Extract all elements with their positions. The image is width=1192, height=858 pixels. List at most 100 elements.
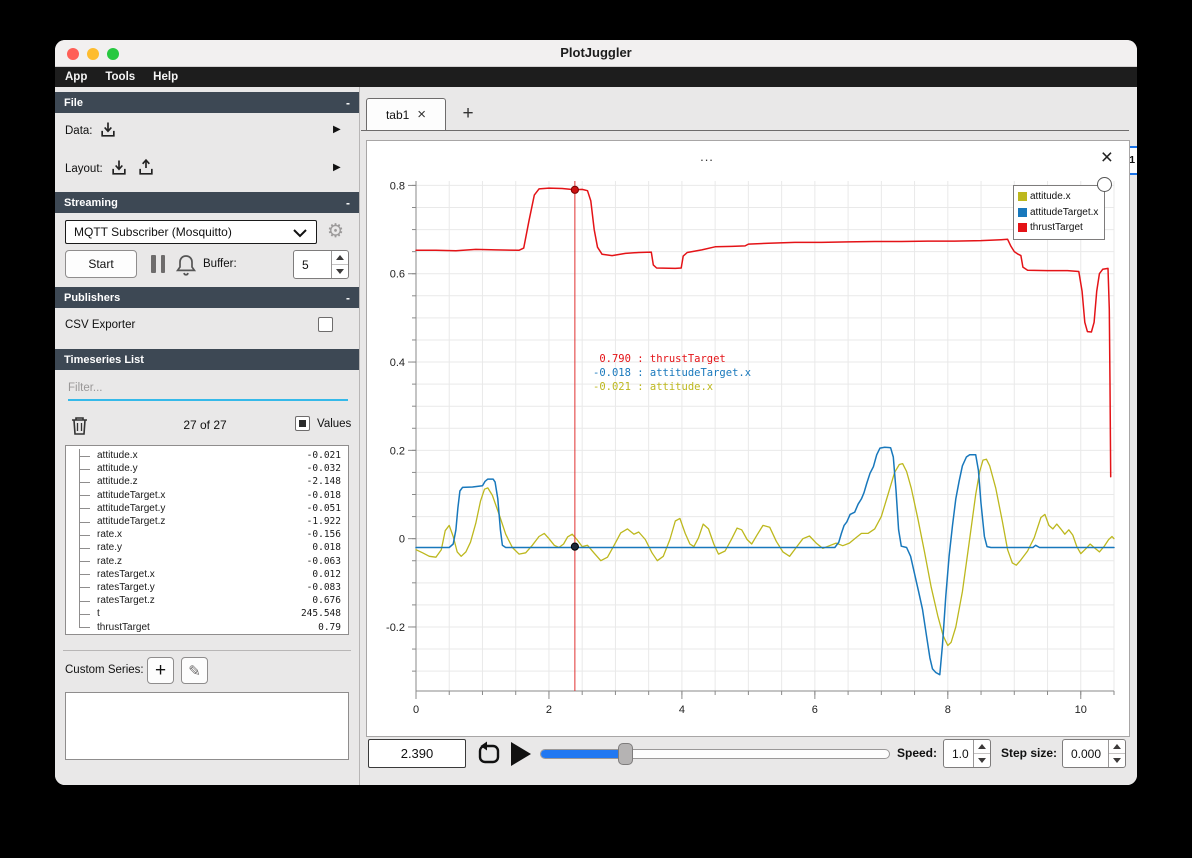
csv-exporter-label: CSV Exporter (65, 319, 136, 331)
timeseries-name[interactable]: rate.y (97, 542, 122, 553)
streaming-source-select[interactable]: MQTT Subscriber (Mosquitto) (65, 220, 317, 244)
publishers-collapse-button[interactable]: - (346, 291, 350, 305)
add-tab-button[interactable]: + (455, 101, 481, 127)
delete-trash-icon[interactable] (70, 415, 89, 436)
svg-text:0: 0 (399, 534, 405, 546)
plot-panel[interactable]: ... × 0.8 0.6 0.4 0.2 0 -0.2 0 2 4 6 8 10 0.790 : t… (366, 140, 1130, 737)
timeseries-row[interactable]: t 245.548 (66, 607, 348, 621)
edit-custom-series-button[interactable]: ✎ (181, 657, 208, 684)
timeseries-name[interactable]: ratesTarget.y (97, 582, 155, 593)
timeseries-list[interactable]: attitude.x -0.021 attitude.y -0.032 attitude… (65, 445, 349, 635)
load-data-icon[interactable] (97, 120, 119, 140)
timeseries-section-header[interactable]: Timeseries List (55, 349, 359, 370)
timeseries-name[interactable]: rate.z (97, 556, 122, 567)
layout-label: Layout: (65, 163, 103, 175)
timeseries-name[interactable]: t (97, 608, 100, 619)
svg-text:4: 4 (679, 704, 685, 716)
speed-spin-down[interactable] (974, 754, 990, 767)
svg-text:8: 8 (945, 704, 951, 716)
timeseries-row[interactable]: rate.z -0.063 (66, 554, 348, 568)
svg-text:0.6: 0.6 (390, 269, 405, 281)
file-section-title: File (64, 96, 83, 109)
plot-close-icon[interactable]: × (1101, 147, 1113, 168)
speed-spinbox[interactable]: 1.0 (943, 739, 991, 768)
menu-help[interactable]: Help (153, 71, 178, 83)
plotjuggler-window: PlotJuggler App Tools Help File - Data: … (55, 40, 1137, 785)
timeseries-name[interactable]: rate.x (97, 529, 122, 540)
legend-entry[interactable]: attitude.x (1018, 189, 1100, 205)
streaming-collapse-button[interactable]: - (346, 196, 350, 210)
timeseries-row[interactable]: attitudeTarget.z -1.922 (66, 514, 348, 529)
tab-label: tab1 (385, 107, 410, 122)
add-custom-series-button[interactable]: + (147, 657, 174, 684)
timeline-slider[interactable] (540, 749, 890, 759)
menu-app[interactable]: App (65, 71, 87, 83)
timeseries-row[interactable]: attitudeTarget.x -0.018 (66, 488, 348, 502)
timeseries-name[interactable]: ratesTarget.z (97, 595, 155, 606)
buffer-spinbox[interactable]: 5 (293, 250, 349, 279)
slider-handle[interactable] (618, 743, 634, 765)
plot-legend[interactable]: attitude.x attitudeTarget.x thrustTarget (1013, 185, 1105, 240)
timeseries-name[interactable]: thrustTarget (97, 622, 150, 633)
legend-entry[interactable]: attitudeTarget.x (1018, 205, 1100, 221)
left-sidebar: File - Data: ▶ Layout: ▶ Streaming - MQT… (55, 87, 360, 785)
step-size-spinbox[interactable]: 0.000 (1062, 739, 1126, 768)
start-streaming-button[interactable]: Start (65, 250, 137, 278)
play-button[interactable] (511, 742, 531, 766)
buffer-spin-up[interactable] (332, 251, 348, 265)
timeseries-row[interactable]: attitudeTarget.y -0.051 (66, 501, 348, 516)
timeseries-name[interactable]: attitudeTarget.y (97, 503, 165, 514)
timeseries-row[interactable]: attitude.x -0.021 (66, 449, 348, 463)
timeseries-value: -0.018 (306, 489, 341, 501)
streaming-section-header[interactable]: Streaming - (55, 192, 359, 213)
tab-close-icon[interactable]: × (417, 107, 426, 122)
legend-label: attitudeTarget.x (1030, 206, 1099, 218)
timeseries-name[interactable]: attitudeTarget.x (97, 490, 165, 501)
timeseries-name[interactable]: attitude.z (97, 476, 138, 487)
speed-spin-up[interactable] (974, 740, 990, 754)
csv-exporter-checkbox[interactable] (318, 317, 333, 332)
legend-handle-circle[interactable] (1097, 177, 1112, 192)
legend-entry[interactable]: thrustTarget (1018, 220, 1100, 236)
step-spin-up[interactable] (1109, 740, 1125, 754)
timeseries-row[interactable]: ratesTarget.y -0.083 (66, 580, 348, 595)
timeseries-value: 0.018 (312, 542, 341, 554)
file-collapse-button[interactable]: - (346, 96, 350, 110)
layout-expand-arrow[interactable]: ▶ (333, 162, 341, 173)
timeseries-row[interactable]: ratesTarget.x 0.012 (66, 567, 348, 582)
step-size-value: 0.000 (1071, 746, 1102, 761)
notifications-bell-icon[interactable] (175, 253, 197, 277)
load-layout-icon[interactable] (108, 158, 130, 178)
timeseries-value: -0.021 (306, 450, 341, 462)
timeseries-filter-input[interactable] (68, 377, 348, 401)
step-spin-down[interactable] (1109, 754, 1125, 767)
data-expand-arrow[interactable]: ▶ (333, 124, 341, 135)
timeseries-row[interactable]: attitude.z -2.148 (66, 475, 348, 489)
timeseries-name[interactable]: attitude.x (97, 450, 138, 461)
timeseries-row[interactable]: rate.y 0.018 (66, 541, 348, 555)
svg-text:10: 10 (1075, 704, 1087, 716)
pause-icon[interactable] (151, 255, 165, 273)
tab-tab1[interactable]: tab1 × (366, 98, 446, 130)
timeseries-value: -2.148 (306, 476, 341, 488)
values-checkbox[interactable] (295, 416, 310, 431)
timeseries-row[interactable]: ratesTarget.z 0.676 (66, 594, 348, 608)
file-section-header[interactable]: File - (55, 92, 359, 113)
timeseries-row[interactable]: rate.x -0.156 (66, 528, 348, 542)
menu-tools[interactable]: Tools (105, 71, 135, 83)
timeseries-name[interactable]: attitudeTarget.z (97, 516, 165, 527)
save-layout-icon[interactable] (135, 158, 157, 178)
timeseries-value: 0.79 (318, 621, 341, 633)
custom-series-list[interactable] (65, 692, 349, 760)
streaming-settings-gear-icon[interactable]: ⚙ (327, 220, 344, 242)
plot-title[interactable]: ... (667, 149, 747, 164)
buffer-spin-down[interactable] (332, 265, 348, 278)
loop-icon[interactable] (475, 740, 503, 768)
publishers-section-header[interactable]: Publishers - (55, 287, 359, 308)
timeseries-row[interactable]: attitude.y -0.032 (66, 462, 348, 476)
timeseries-name[interactable]: ratesTarget.x (97, 569, 155, 580)
current-time-field[interactable] (368, 739, 466, 768)
svg-text:0.8: 0.8 (390, 180, 405, 192)
timeseries-name[interactable]: attitude.y (97, 463, 138, 474)
timeseries-row[interactable]: thrustTarget 0.79 (66, 620, 348, 633)
